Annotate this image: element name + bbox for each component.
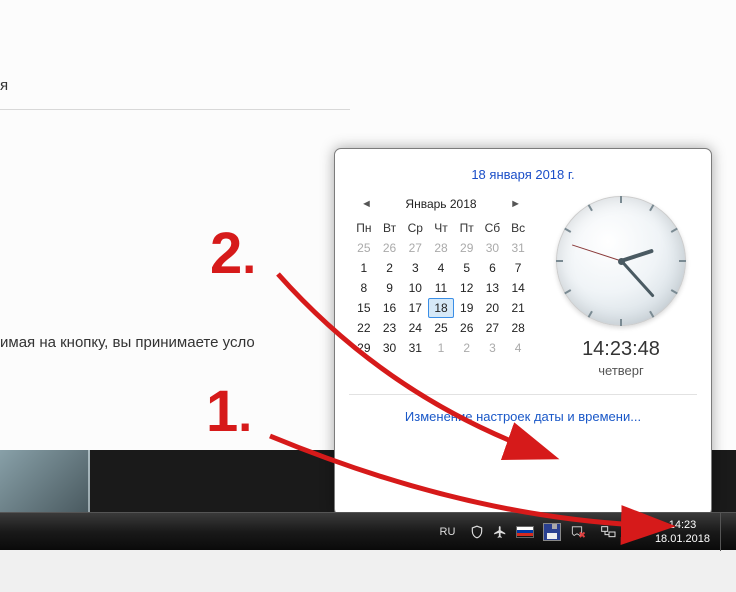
calendar-day[interactable]: 27 [480, 318, 506, 338]
calendar-day[interactable]: 9 [377, 278, 403, 298]
calendar-day[interactable]: 3 [402, 258, 428, 278]
window-thumbnail [0, 450, 90, 512]
calendar-day[interactable]: 22 [351, 318, 377, 338]
taskbar-date: 18.01.2018 [655, 532, 710, 546]
calendar-day[interactable]: 17 [402, 298, 428, 318]
airplane-icon[interactable] [490, 523, 510, 541]
calendar-day-prev[interactable]: 28 [428, 238, 454, 258]
clock-minute-hand [620, 260, 654, 298]
clock-second-hand [571, 244, 621, 261]
calendar-day-prev[interactable]: 30 [480, 238, 506, 258]
calendar-day[interactable]: 1 [351, 258, 377, 278]
calendar-day[interactable]: 4 [428, 258, 454, 278]
calendar-day[interactable]: 19 [454, 298, 480, 318]
calendar-day[interactable]: 13 [480, 278, 506, 298]
calendar-day[interactable]: 28 [505, 318, 531, 338]
calendar-day[interactable]: 26 [454, 318, 480, 338]
volume-icon[interactable] [623, 523, 644, 541]
calendar-day[interactable]: 10 [402, 278, 428, 298]
change-date-time-settings-link[interactable]: Изменение настроек даты и времени... [335, 395, 711, 438]
clock-panel: 14:23:48 четверг [547, 196, 695, 378]
calendar-dow: Пт [454, 218, 480, 238]
floppy-icon[interactable] [540, 521, 564, 543]
calendar-day-prev[interactable]: 31 [505, 238, 531, 258]
taskbar-time: 14:23 [655, 518, 710, 532]
calendar-day[interactable]: 31 [402, 338, 428, 358]
weekday-label: четверг [547, 363, 695, 378]
calendar-day[interactable]: 11 [428, 278, 454, 298]
next-month-button[interactable]: ► [504, 196, 527, 212]
analog-clock [556, 196, 686, 326]
network-icon[interactable] [598, 523, 620, 541]
calendar-day[interactable]: 16 [377, 298, 403, 318]
calendar-day[interactable]: 20 [480, 298, 506, 318]
calendar-day[interactable]: 2 [377, 258, 403, 278]
calendar-day[interactable]: 5 [454, 258, 480, 278]
taskbar-clock[interactable]: 14:23 18.01.2018 [651, 518, 714, 546]
action-center-icon[interactable]: ✖ [567, 523, 595, 541]
shield-icon[interactable] [467, 523, 487, 541]
month-year-label[interactable]: Январь 2018 [405, 197, 476, 211]
calendar-day-next[interactable]: 3 [480, 338, 506, 358]
date-time-popup: 18 января 2018 г. ◄ Январь 2018 ► ПнВтСр… [334, 148, 712, 516]
calendar-dow: Сб [480, 218, 506, 238]
truncated-text-1: я [0, 77, 8, 94]
calendar-dow: Пн [351, 218, 377, 238]
calendar-day-prev[interactable]: 29 [454, 238, 480, 258]
calendar-day[interactable]: 21 [505, 298, 531, 318]
flag-ru-icon[interactable] [513, 524, 537, 540]
calendar-day-today[interactable]: 18 [428, 298, 454, 318]
calendar-day[interactable]: 24 [402, 318, 428, 338]
taskbar: RU ✖ 14:23 18.01.2018 [0, 512, 736, 550]
calendar: ◄ Январь 2018 ► ПнВтСрЧтПтСбВс2526272829… [351, 196, 531, 378]
calendar-day[interactable]: 25 [428, 318, 454, 338]
digital-time: 14:23:48 [547, 338, 695, 361]
calendar-dow: Ср [402, 218, 428, 238]
calendar-day[interactable]: 29 [351, 338, 377, 358]
current-date-label: 18 января 2018 г. [335, 167, 711, 182]
language-indicator[interactable]: RU [437, 524, 459, 540]
calendar-day[interactable]: 8 [351, 278, 377, 298]
show-desktop-button[interactable] [720, 513, 730, 551]
calendar-day-next[interactable]: 1 [428, 338, 454, 358]
calendar-dow: Вт [377, 218, 403, 238]
calendar-dow: Чт [428, 218, 454, 238]
calendar-dow: Вс [505, 218, 531, 238]
calendar-day[interactable]: 30 [377, 338, 403, 358]
calendar-day[interactable]: 14 [505, 278, 531, 298]
calendar-day[interactable]: 6 [480, 258, 506, 278]
calendar-grid: ПнВтСрЧтПтСбВс25262728293031123456789101… [351, 218, 531, 358]
calendar-day[interactable]: 7 [505, 258, 531, 278]
calendar-day[interactable]: 15 [351, 298, 377, 318]
calendar-day[interactable]: 23 [377, 318, 403, 338]
calendar-day-prev[interactable]: 27 [402, 238, 428, 258]
calendar-day-next[interactable]: 4 [505, 338, 531, 358]
calendar-day-prev[interactable]: 26 [377, 238, 403, 258]
calendar-day[interactable]: 12 [454, 278, 480, 298]
system-tray: RU ✖ 14:23 18.01.2018 [437, 513, 731, 550]
calendar-day-prev[interactable]: 25 [351, 238, 377, 258]
divider [0, 109, 350, 110]
prev-month-button[interactable]: ◄ [355, 196, 378, 212]
truncated-text-2: имая на кнопку, вы принимаете усло [0, 334, 255, 351]
clock-hour-hand [620, 249, 654, 263]
calendar-day-next[interactable]: 2 [454, 338, 480, 358]
